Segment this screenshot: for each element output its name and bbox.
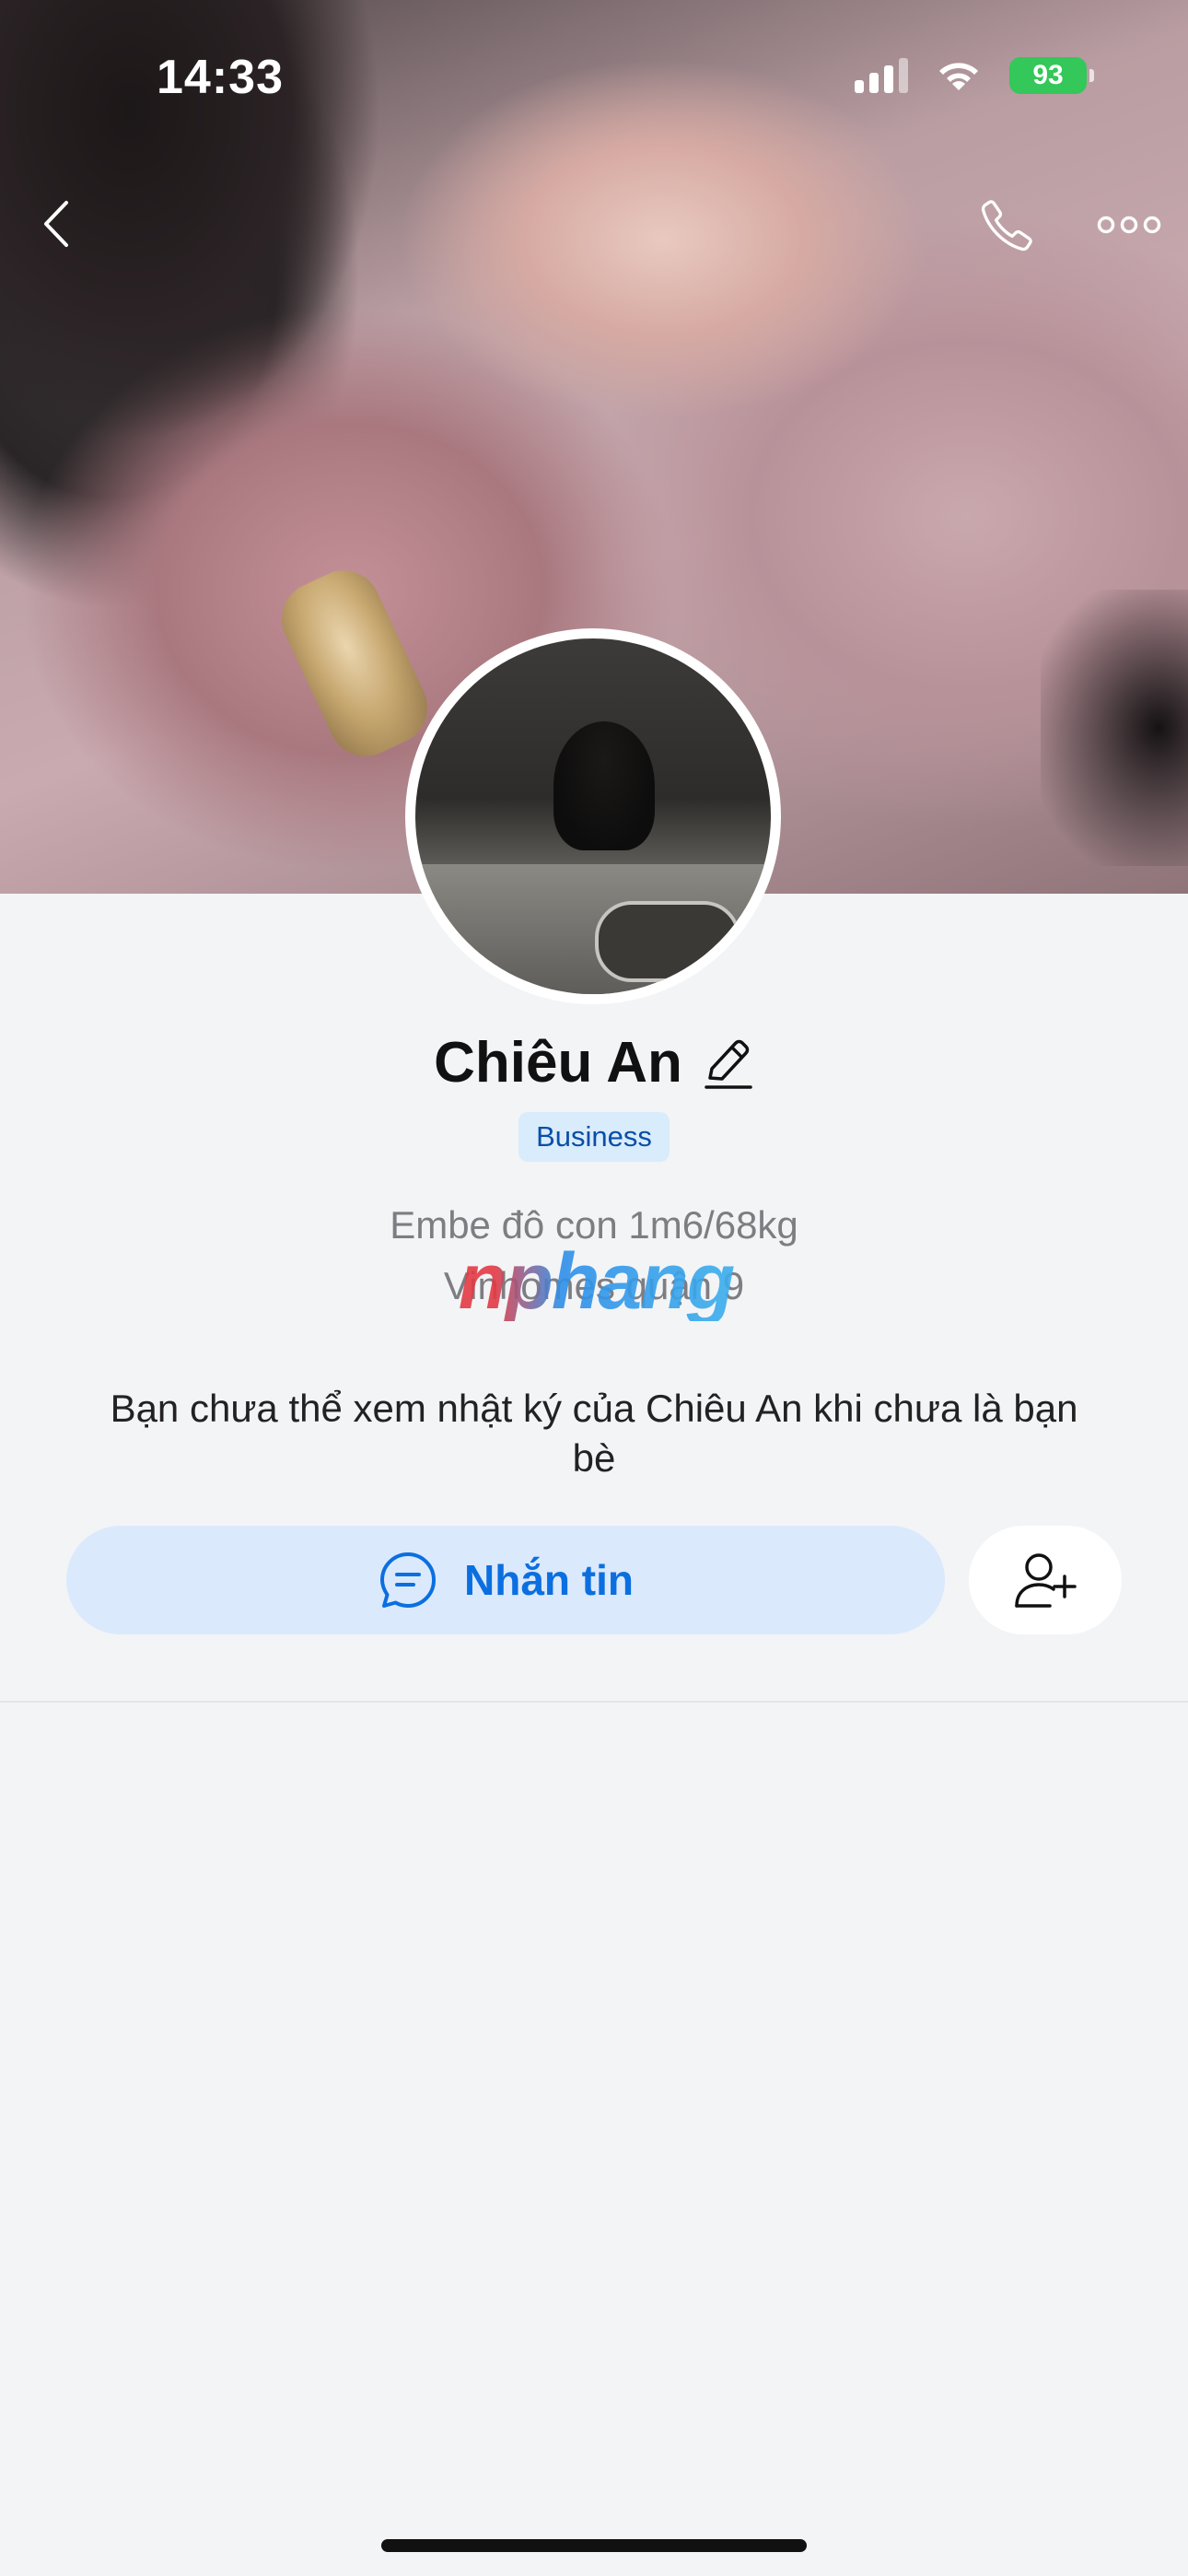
back-button[interactable]	[33, 192, 79, 256]
business-badge: Business	[518, 1112, 670, 1162]
watermark-logo: nphang	[416, 1242, 775, 1321]
phone-icon	[981, 200, 1032, 252]
battery-icon: 93	[1009, 57, 1094, 94]
avatar-sink	[595, 901, 740, 982]
cover-photo-watch	[269, 558, 440, 768]
cellular-signal-icon	[855, 58, 908, 93]
edit-name-button[interactable]	[703, 1036, 754, 1091]
message-button[interactable]: Nhắn tin	[66, 1526, 945, 1634]
status-indicators: 93	[855, 57, 1094, 94]
wifi-icon	[939, 63, 978, 90]
chevron-left-icon	[44, 201, 68, 247]
chat-bubble-icon	[380, 1552, 436, 1608]
diary-privacy-note: Bạn chưa thể xem nhật ký của Chiêu An kh…	[110, 1387, 1078, 1480]
cover-photo-shadow	[1041, 590, 1188, 866]
name-row: Chiêu An	[0, 1030, 1188, 1095]
add-friend-button[interactable]	[969, 1526, 1122, 1634]
more-options-button[interactable]	[1094, 205, 1164, 245]
avatar-figure	[553, 721, 655, 850]
add-user-icon	[1015, 1553, 1077, 1608]
section-divider	[0, 1701, 1188, 1703]
message-button-label: Nhắn tin	[464, 1556, 634, 1604]
profile-name: Chiêu An	[434, 1031, 682, 1095]
home-indicator[interactable]	[381, 2539, 807, 2552]
call-button[interactable]	[974, 193, 1039, 258]
avatar-photo	[415, 638, 771, 994]
profile-screen: 14:33 93 Chiêu An Business Embe đô con 1…	[0, 0, 1188, 2576]
battery-level: 93	[1032, 60, 1064, 90]
pencil-icon	[705, 1039, 752, 1089]
status-time: 14:33	[157, 51, 284, 104]
avatar[interactable]	[405, 628, 781, 1004]
more-horizontal-icon	[1097, 216, 1161, 234]
